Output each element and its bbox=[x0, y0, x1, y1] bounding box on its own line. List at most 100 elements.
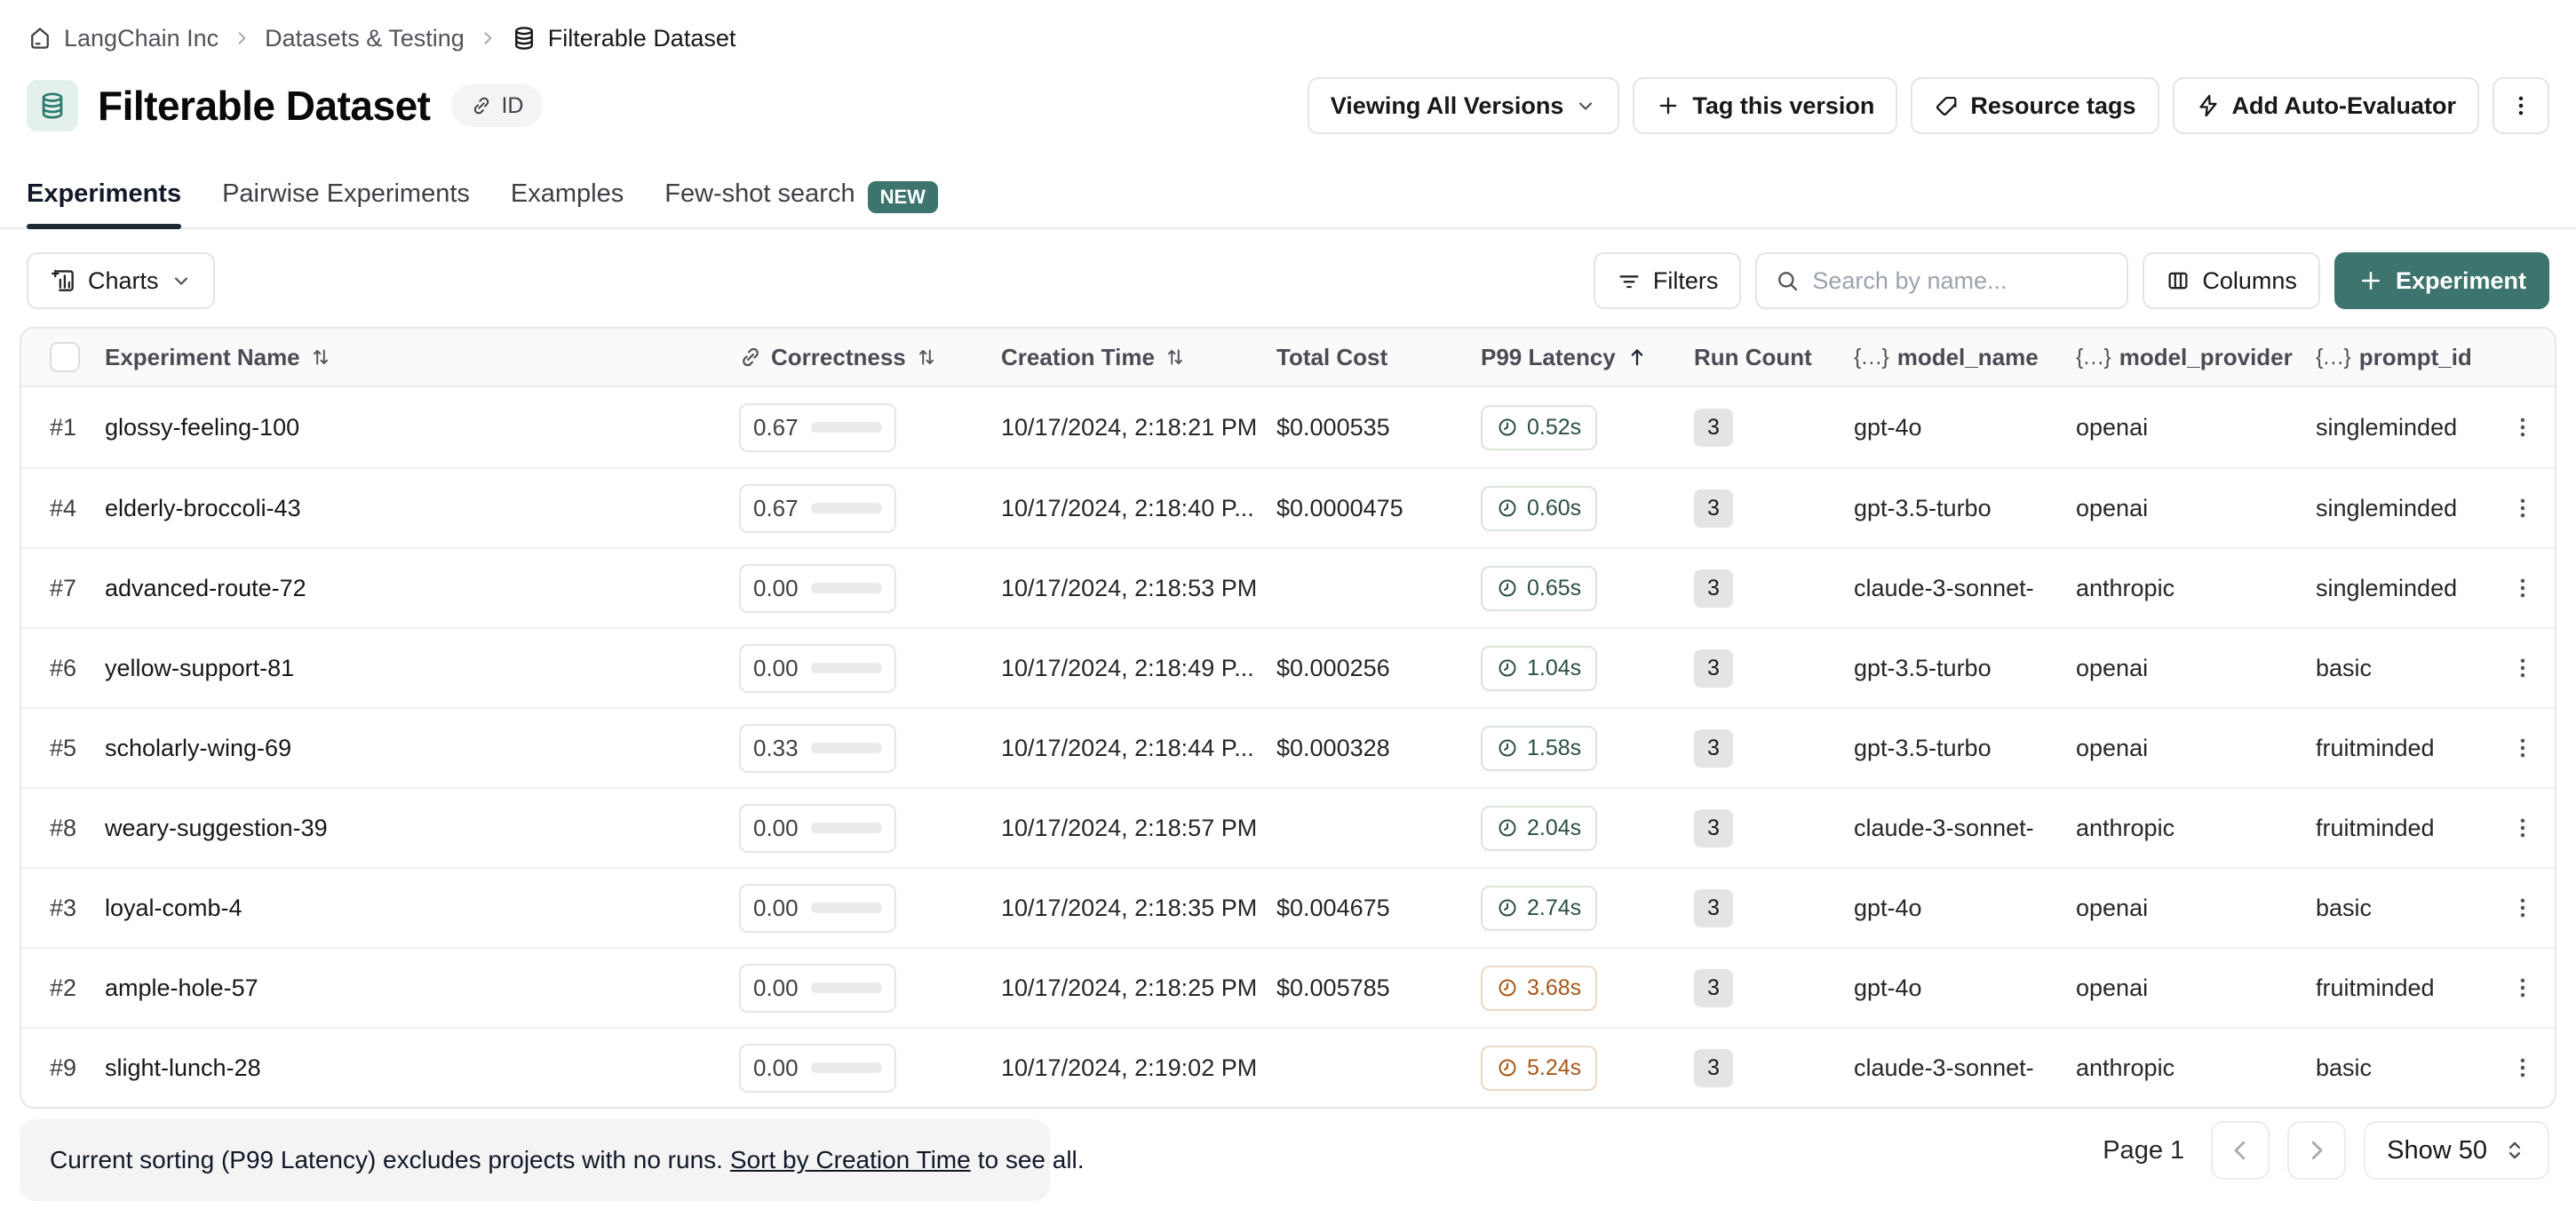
experiment-name[interactable]: scholarly-wing-69 bbox=[105, 735, 739, 762]
latency-cell: 2.74s bbox=[1481, 886, 1694, 931]
column-label: Creation Time bbox=[1001, 344, 1155, 371]
search-input[interactable] bbox=[1812, 267, 2109, 295]
tab-experiments[interactable]: Experiments bbox=[27, 174, 181, 227]
versions-dropdown[interactable]: Viewing All Versions bbox=[1308, 77, 1620, 134]
column-header-model-provider[interactable]: {…} model_provider bbox=[2076, 344, 2316, 371]
row-number: #6 bbox=[50, 655, 105, 682]
correctness-score: 0.00 bbox=[739, 644, 896, 693]
latency-cell: 0.60s bbox=[1481, 486, 1694, 531]
copy-id-button[interactable]: ID bbox=[451, 84, 543, 127]
resource-tags-button[interactable]: Resource tags bbox=[1911, 77, 2159, 134]
row-menu-button[interactable] bbox=[2498, 1043, 2548, 1093]
latency-value: 2.04s bbox=[1527, 815, 1581, 841]
row-menu-button[interactable] bbox=[2498, 963, 2548, 1013]
previous-page-button[interactable] bbox=[2211, 1121, 2270, 1180]
more-actions-button[interactable] bbox=[2493, 77, 2549, 134]
run-count-cell: 3 bbox=[1694, 889, 1854, 927]
experiment-name[interactable]: loyal-comb-4 bbox=[105, 895, 739, 922]
row-menu-button[interactable] bbox=[2498, 883, 2548, 933]
table-row[interactable]: #4 elderly-broccoli-43 0.67 10/17/2024, … bbox=[21, 467, 2555, 547]
latency-cell: 1.58s bbox=[1481, 726, 1694, 771]
tag-version-button[interactable]: Tag this version bbox=[1633, 77, 1897, 134]
columns-button[interactable]: Columns bbox=[2143, 252, 2320, 309]
page-title: Filterable Dataset bbox=[98, 82, 430, 130]
sort-by-creation-time-link[interactable]: Sort by Creation Time bbox=[730, 1146, 971, 1174]
table-row[interactable]: #2 ample-hole-57 0.00 10/17/2024, 2:18:2… bbox=[21, 947, 2555, 1027]
experiment-name[interactable]: weary-suggestion-39 bbox=[105, 815, 739, 842]
column-header-total-cost[interactable]: Total Cost bbox=[1276, 344, 1481, 371]
experiment-name[interactable]: glossy-feeling-100 bbox=[105, 414, 739, 441]
column-header-p99-latency[interactable]: P99 Latency bbox=[1481, 344, 1694, 371]
column-label: prompt_id bbox=[2359, 344, 2472, 371]
run-count-cell: 3 bbox=[1694, 729, 1854, 768]
experiment-name[interactable]: yellow-support-81 bbox=[105, 655, 739, 682]
next-page-button[interactable] bbox=[2287, 1121, 2346, 1180]
breadcrumb-section[interactable]: Datasets & Testing bbox=[265, 25, 465, 52]
kebab-icon bbox=[2510, 895, 2535, 920]
table-row[interactable]: #6 yellow-support-81 0.00 10/17/2024, 2:… bbox=[21, 627, 2555, 707]
correctness-cell: 0.00 bbox=[739, 1044, 1001, 1093]
column-header-creation-time[interactable]: Creation Time bbox=[1001, 344, 1276, 371]
charts-dropdown[interactable]: Charts bbox=[27, 252, 215, 309]
column-header-experiment-name[interactable]: Experiment Name bbox=[105, 344, 739, 371]
table-row[interactable]: #5 scholarly-wing-69 0.33 10/17/2024, 2:… bbox=[21, 707, 2555, 787]
experiment-name[interactable]: ample-hole-57 bbox=[105, 974, 739, 1002]
column-header-model-name[interactable]: {…} model_name bbox=[1854, 344, 2076, 371]
page-size-select[interactable]: Show 50 bbox=[2364, 1121, 2549, 1180]
creation-time: 10/17/2024, 2:18:49 P... bbox=[1001, 655, 1276, 682]
row-menu-button[interactable] bbox=[2498, 483, 2548, 533]
chevron-right-icon bbox=[2303, 1137, 2330, 1164]
correctness-score: 0.00 bbox=[739, 564, 896, 613]
row-menu-button[interactable] bbox=[2498, 563, 2548, 613]
toolbar: Charts Filters Columns Experiment bbox=[27, 251, 2549, 310]
chart-icon bbox=[50, 267, 76, 294]
breadcrumb: LangChain Inc Datasets & Testing Filtera… bbox=[27, 20, 735, 57]
table-row[interactable]: #1 glossy-feeling-100 0.67 10/17/2024, 2… bbox=[21, 387, 2555, 467]
new-badge: NEW bbox=[868, 181, 938, 213]
experiment-name[interactable]: slight-lunch-28 bbox=[105, 1054, 739, 1082]
tab-examples[interactable]: Examples bbox=[511, 174, 624, 227]
latency-badge: 5.24s bbox=[1481, 1046, 1597, 1091]
table-row[interactable]: #9 slight-lunch-28 0.00 10/17/2024, 2:19… bbox=[21, 1027, 2555, 1107]
latency-badge: 1.04s bbox=[1481, 646, 1597, 691]
table-row[interactable]: #3 loyal-comb-4 0.00 10/17/2024, 2:18:35… bbox=[21, 867, 2555, 947]
select-all-checkbox[interactable] bbox=[50, 342, 80, 372]
column-header-run-count[interactable]: Run Count bbox=[1694, 344, 1854, 371]
tab-few-shot-search[interactable]: Few-shot search NEW bbox=[664, 174, 938, 227]
table-row[interactable]: #8 weary-suggestion-39 0.00 10/17/2024, … bbox=[21, 787, 2555, 867]
tab-bar: Experiments Pairwise Experiments Example… bbox=[0, 174, 2576, 229]
tab-pairwise-experiments[interactable]: Pairwise Experiments bbox=[222, 174, 470, 227]
correctness-value: 0.00 bbox=[753, 974, 799, 1002]
add-auto-evaluator-button[interactable]: Add Auto-Evaluator bbox=[2173, 77, 2480, 134]
latency-cell: 2.04s bbox=[1481, 806, 1694, 851]
correctness-score: 0.00 bbox=[739, 804, 896, 853]
new-experiment-button[interactable]: Experiment bbox=[2334, 252, 2549, 309]
row-menu-button[interactable] bbox=[2498, 723, 2548, 773]
breadcrumb-org[interactable]: LangChain Inc bbox=[27, 25, 219, 52]
run-count-badge: 3 bbox=[1694, 889, 1733, 927]
row-menu-button[interactable] bbox=[2498, 803, 2548, 853]
kebab-icon bbox=[2510, 656, 2535, 680]
experiment-name[interactable]: advanced-route-72 bbox=[105, 575, 739, 602]
correctness-score: 0.67 bbox=[739, 403, 896, 452]
model-name: gpt-3.5-turbo bbox=[1854, 495, 2076, 522]
latency-value: 5.24s bbox=[1527, 1055, 1581, 1081]
run-count-badge: 3 bbox=[1694, 729, 1733, 768]
filters-button[interactable]: Filters bbox=[1594, 252, 1742, 309]
breadcrumb-current[interactable]: Filterable Dataset bbox=[511, 25, 736, 52]
model-name: gpt-4o bbox=[1854, 895, 2076, 922]
braces-icon: {…} bbox=[1854, 345, 1888, 370]
row-menu-button[interactable] bbox=[2498, 402, 2548, 452]
table-header-row: Experiment Name Correctness Creation Tim… bbox=[21, 329, 2555, 387]
correctness-value: 0.00 bbox=[753, 895, 799, 922]
table-row[interactable]: #7 advanced-route-72 0.00 10/17/2024, 2:… bbox=[21, 547, 2555, 627]
correctness-bar-track bbox=[811, 422, 882, 433]
column-header-prompt-id[interactable]: {…} prompt_id bbox=[2316, 344, 2498, 371]
row-actions-cell bbox=[2498, 883, 2555, 933]
column-header-correctness[interactable]: Correctness bbox=[739, 344, 1001, 371]
clock-icon bbox=[1497, 1057, 1518, 1078]
experiment-name[interactable]: elderly-broccoli-43 bbox=[105, 495, 739, 522]
model-name: claude-3-sonnet- bbox=[1854, 575, 2076, 602]
row-menu-button[interactable] bbox=[2498, 643, 2548, 693]
link-icon bbox=[739, 346, 762, 369]
